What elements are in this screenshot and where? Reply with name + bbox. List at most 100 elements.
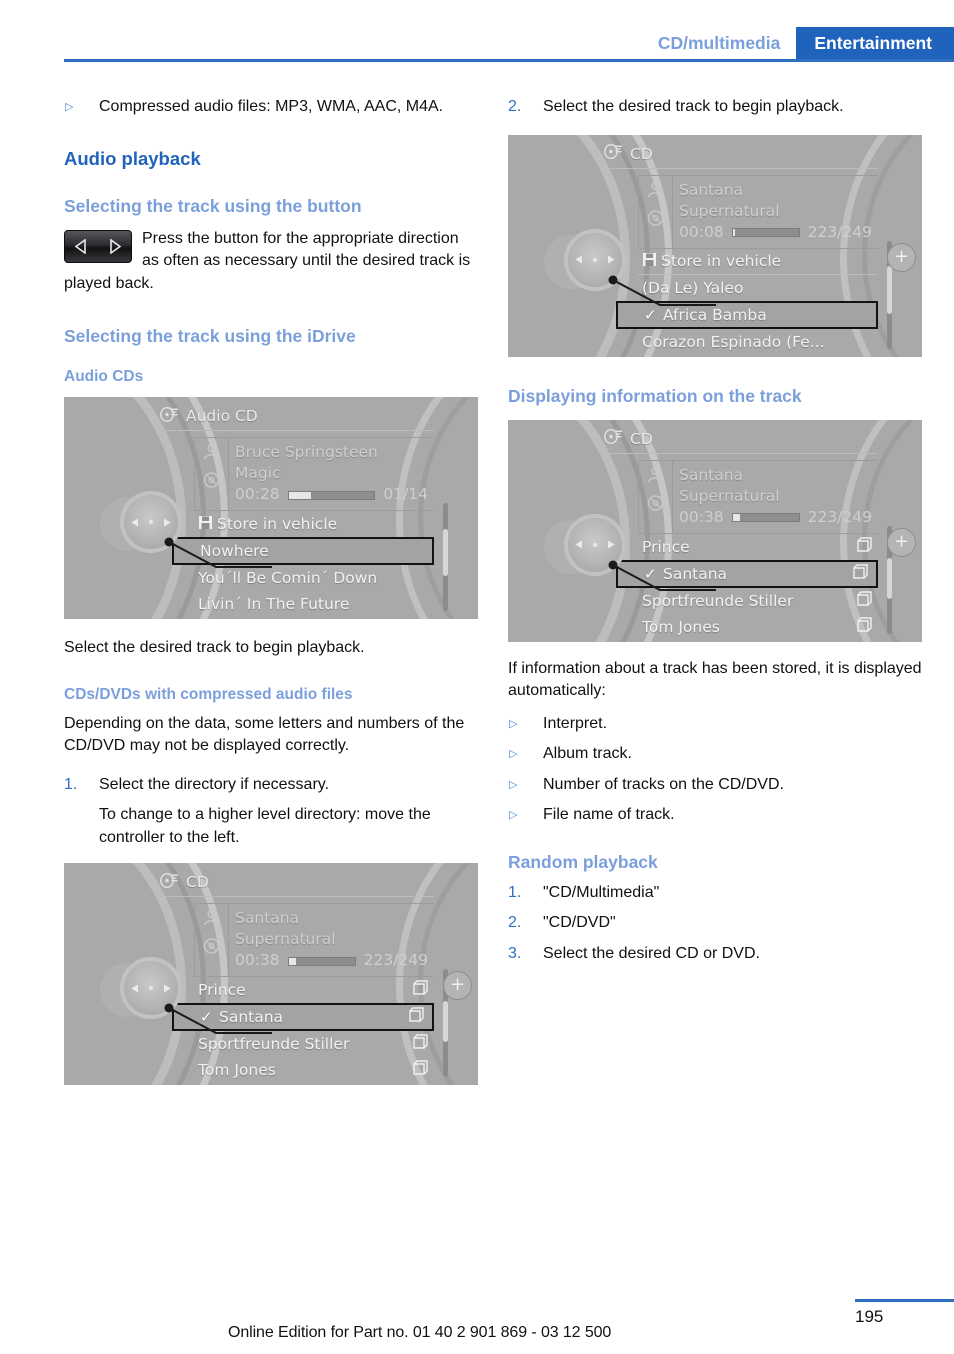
idrive-controller-knob[interactable] [564,228,626,291]
list-item-label: Sportfreunde Stiller [642,591,794,610]
person-icon [646,466,665,488]
track-counter: 223/249 [807,507,872,526]
scrollbar[interactable] [443,503,448,611]
list-item[interactable]: Prince [194,977,434,1003]
now-playing-icon-column [639,175,673,248]
list-item-label: Prince [198,981,246,999]
folder-icon [856,590,878,611]
list-item[interactable]: (Da Le) Yaleo [638,275,878,301]
now-playing-album: Supernatural [235,930,336,948]
track-counter: 223/249 [363,951,428,969]
person-icon [646,181,665,203]
idrive-screenshot-cd-folders-right: CD Santana Supernatural 00:38 223/249 Pr… [508,419,922,642]
list-item-selected[interactable]: ✓ Santana [616,559,878,588]
list-item[interactable]: Livin´ In The Future [194,591,434,617]
idrive-menu-list: Prince ✓ Santana Sportfreunde Stiller To… [616,534,878,640]
arrow-left-icon [574,535,585,554]
skip-button-paragraph: Press the button for the appropriate dir… [64,228,478,296]
list-item[interactable]: Corazon Espinado (Fe... [638,329,878,355]
checkmark-icon: ✓ [644,305,657,324]
list-item[interactable]: Tom Jones [194,1057,434,1083]
step-number: 2. [508,98,522,115]
cds-dvds-description: Depending on the data, some letters and … [64,714,465,755]
now-playing-icon-column [195,438,229,510]
title-divider [604,167,878,169]
now-playing-panel: Santana Supernatural 00:08 223/249 [638,174,878,249]
title-divider [160,896,434,897]
page-header: CD/multimedia Entertainment [0,0,954,68]
floppy-disk-icon [642,252,661,271]
cd-music-icon [160,872,179,893]
footer-text: Online Edition for Part no. 01 40 2 901 … [228,1324,612,1341]
triangle-left-icon [75,238,88,254]
list-item-label: Sportfreunde Stiller [198,1035,350,1053]
idrive-screen-title-row: CD [602,426,884,452]
list-item[interactable]: You´ll Be Comin´ Down [194,565,434,591]
list-item-label: Livin´ In The Future [198,595,350,613]
arrow-left-icon [574,250,585,269]
disc-icon [646,209,665,231]
idrive-screenshot-audio-cd: Audio CD Bruce Springsteen Magic 00:28 0… [64,397,478,619]
list-item-selected[interactable]: ✓ Santana [172,1003,434,1031]
bullet-text: Album track. [543,745,632,762]
plus-icon[interactable]: + [887,527,916,557]
list-item[interactable]: Sportfreunde Stiller [638,588,878,614]
disc-icon [202,937,221,959]
list-item-selected[interactable]: Nowhere [172,537,434,565]
plus-icon[interactable]: + [443,971,472,1000]
track-skip-button[interactable] [64,229,132,263]
step-text: Select the desired track to begin playba… [543,98,844,115]
idrive-menu-list: Store in vehicle Nowhere You´ll Be Comin… [172,511,434,617]
track-counter: 01/14 [383,485,428,503]
list-item: ▷ Album track. [508,743,922,766]
idrive-controller-knob[interactable] [564,513,626,576]
arrow-right-icon [605,250,616,269]
list-item[interactable]: Prince [638,534,878,560]
title-divider [160,430,434,431]
heading-select-track-idrive: Selecting the track using the iDrive [64,326,356,346]
now-playing-panel: Santana Supernatural 00:38 223/249 [638,459,878,534]
cd-music-icon [604,428,623,449]
idrive-content: CD [602,426,884,642]
list-item-selected[interactable]: ✓ Africa Bamba [616,300,878,329]
header-breadcrumb-tabs: CD/multimedia Entertainment [646,27,954,59]
plus-icon[interactable]: + [887,242,916,272]
now-playing-album: Magic [235,464,281,482]
idrive-controller-knob[interactable] [120,957,182,1019]
breadcrumb-cd-multimedia: CD/multimedia [657,33,781,53]
list-item[interactable]: Store in vehicle [194,511,434,537]
now-playing-artist: Santana [679,180,744,199]
folder-icon [856,536,878,557]
elapsed-time: 00:38 [235,951,280,969]
arrow-right-icon [161,979,172,998]
list-item-label: (Da Le) Yaleo [642,278,744,297]
list-item[interactable]: Sportfreunde Stiller [194,1031,434,1057]
idrive-screen-title-row: CD [158,869,440,895]
list-item[interactable]: Tom Jones [638,614,878,640]
heading-random-playback: Random playback [508,851,658,872]
elapsed-time: 00:38 [679,507,724,526]
heading-select-track-button: Selecting the track using the button [64,195,362,216]
person-icon [202,443,221,465]
track-counter: 223/249 [807,222,872,241]
bullet-triangle-icon: ▷ [509,778,518,791]
checkmark-icon: ✓ [200,1008,213,1026]
cd-music-icon [604,143,623,164]
bullet-triangle-icon: ▷ [509,717,518,730]
title-divider [604,452,878,454]
arrow-right-icon [605,535,616,554]
step-text: Select the desired CD or DVD. [543,944,760,962]
idrive-screen-title: CD [186,873,209,891]
idrive-controller-knob[interactable] [120,491,182,553]
now-playing-album: Supernatural [679,486,780,505]
center-dot-icon [593,257,597,262]
now-playing-artist: Bruce Springsteen [235,443,378,461]
idrive-content: CD [158,869,440,1085]
idrive-screen-title-row: CD [602,141,884,167]
heading-cds-dvds-compressed: CDs/DVDs with compressed audio files [64,685,353,703]
arrow-left-icon [130,513,141,532]
folder-icon [412,980,434,1000]
person-icon [202,909,221,931]
now-playing-panel: Bruce Springsteen Magic 00:28 01/14 [194,437,434,511]
list-item[interactable]: Store in vehicle [638,249,878,275]
